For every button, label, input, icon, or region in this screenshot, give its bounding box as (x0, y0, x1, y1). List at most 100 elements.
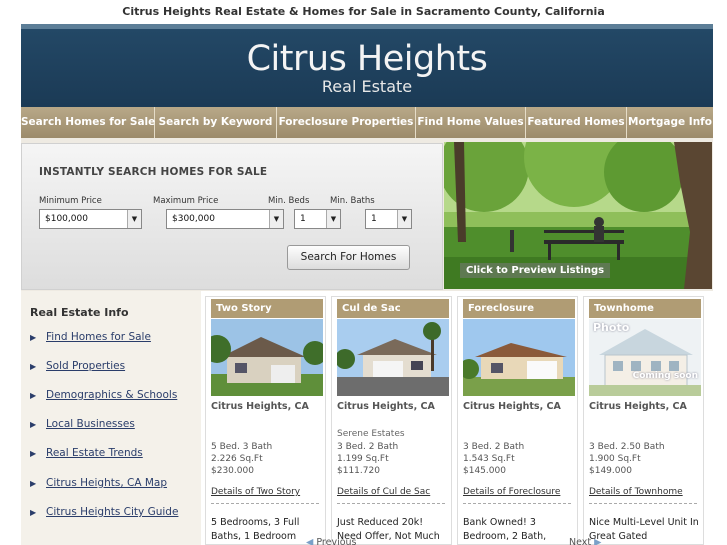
listing-card[interactable]: Townhome Photo Coming soon Citrus Height… (583, 296, 704, 545)
park-photo[interactable]: Click to Preview Listings (444, 142, 712, 289)
chevron-down-icon: ▼ (269, 210, 283, 228)
listing-card[interactable]: Two Story Citrus Heights, CA 5 Bed. 3 Ba… (205, 296, 326, 545)
max-price-select[interactable]: $300,000 ▼ (166, 209, 284, 229)
divider (337, 503, 445, 504)
listing-price: $149.000 (589, 466, 632, 476)
bullet-icon: ▶ (30, 448, 37, 458)
listing-location: Citrus Heights, CA (211, 401, 309, 412)
chevron-right-icon: ▶ (594, 537, 602, 545)
photo-placeholder-label: Photo (593, 321, 630, 334)
listing-description: Nice Multi-Level Unit In Great Gated (589, 517, 699, 542)
sidebar-link-label: Demographics & Schools (46, 389, 178, 401)
bullet-icon: ▶ (30, 507, 37, 517)
divider (463, 503, 571, 504)
search-for-homes-button[interactable]: Search For Homes (287, 245, 410, 270)
sidebar: Real Estate Info ▶ Find Homes for Sale ▶… (21, 291, 201, 545)
sidebar-link-label: Local Businesses (46, 418, 135, 430)
chevron-down-icon: ▼ (326, 210, 340, 228)
sidebar-title: Real Estate Info (30, 306, 129, 319)
sidebar-link-city-guide[interactable]: ▶ Citrus Heights City Guide (30, 506, 178, 518)
previous-label: Previous (316, 537, 357, 545)
max-price-value: $300,000 (172, 214, 215, 224)
listing-beds-baths: 5 Bed. 3 Bath (211, 442, 273, 452)
listing-tag: Two Story (211, 299, 323, 318)
brand-title[interactable]: Citrus Heights (21, 39, 713, 79)
min-beds-value: 1 (300, 214, 306, 224)
listing-beds-baths: 3 Bed. 2 Bath (463, 442, 525, 452)
previous-link[interactable]: ◀ Previous (306, 537, 357, 545)
sidebar-link-label: Sold Properties (46, 360, 126, 372)
divider (211, 503, 319, 504)
listing-details-link[interactable]: Details of Townhome (589, 487, 683, 497)
sidebar-link-local-businesses[interactable]: ▶ Local Businesses (30, 418, 135, 430)
listing-card[interactable]: Cul de Sac Citrus Heights, CA Serene Est… (331, 296, 452, 545)
photo-placeholder-sub: Coming soon (632, 371, 698, 381)
listing-photo[interactable] (211, 319, 323, 396)
min-beds-label: Min. Beds (268, 196, 310, 206)
page-title: Citrus Heights Real Estate & Homes for S… (122, 5, 605, 18)
listing-price: $230.000 (211, 466, 254, 476)
divider (589, 503, 697, 504)
nav-search-keyword[interactable]: Search by Keyword (155, 107, 277, 138)
chevron-left-icon: ◀ (306, 537, 314, 545)
listing-details-link[interactable]: Details of Cul de Sac (337, 487, 430, 497)
listing-tag: Foreclosure (463, 299, 575, 318)
bullet-icon: ▶ (30, 478, 37, 488)
listing-sqft: 2.226 Sq.Ft (211, 454, 263, 464)
search-heading: INSTANTLY SEARCH HOMES FOR SALE (39, 166, 268, 178)
nav-foreclosure[interactable]: Foreclosure Properties (277, 107, 416, 138)
sidebar-link-find-homes[interactable]: ▶ Find Homes for Sale (30, 331, 151, 343)
bullet-icon: ▶ (30, 419, 37, 429)
next-label: Next (569, 537, 592, 545)
site-header: Citrus Heights Real Estate (21, 24, 713, 107)
nav-home-values[interactable]: Find Home Values (416, 107, 526, 138)
site-container: Citrus Heights Real Estate Search Homes … (21, 24, 713, 545)
min-baths-select[interactable]: 1 ▼ (365, 209, 412, 229)
sidebar-link-demographics[interactable]: ▶ Demographics & Schools (30, 389, 177, 401)
listing-location: Citrus Heights, CA (589, 401, 687, 412)
featured-listings: Two Story Citrus Heights, CA 5 Bed. 3 Ba… (201, 291, 713, 545)
listing-photo[interactable] (463, 319, 575, 396)
min-price-label: Minimum Price (39, 196, 102, 206)
sidebar-link-label: Citrus Heights City Guide (46, 506, 179, 518)
next-link[interactable]: Next ▶ (569, 537, 601, 545)
listing-photo[interactable]: Photo Coming soon (589, 319, 701, 396)
nav-featured-homes[interactable]: Featured Homes (526, 107, 627, 138)
listing-price: $111.720 (337, 466, 380, 476)
listing-details-link[interactable]: Details of Two Story (211, 487, 300, 497)
sidebar-link-label: Citrus Heights, CA Map (46, 477, 168, 489)
listing-card[interactable]: Foreclosure Citrus Heights, CA 3 Bed. 2 … (457, 296, 578, 545)
min-price-value: $100,000 (45, 214, 88, 224)
sidebar-link-sold-properties[interactable]: ▶ Sold Properties (30, 360, 125, 372)
chevron-down-icon: ▼ (127, 210, 141, 228)
sidebar-link-trends[interactable]: ▶ Real Estate Trends (30, 447, 143, 459)
brand-subtitle: Real Estate (321, 77, 413, 96)
listing-details-link[interactable]: Details of Foreclosure (463, 487, 560, 497)
bullet-icon: ▶ (30, 361, 37, 371)
listing-tag: Cul de Sac (337, 299, 449, 318)
min-beds-select[interactable]: 1 ▼ (294, 209, 341, 229)
min-price-select[interactable]: $100,000 ▼ (39, 209, 142, 229)
listing-beds-baths: 3 Bed. 2.50 Bath (589, 442, 665, 452)
bullet-icon: ▶ (30, 390, 37, 400)
bullet-icon: ▶ (30, 332, 37, 342)
min-baths-value: 1 (371, 214, 377, 224)
listing-sqft: 1.543 Sq.Ft (463, 454, 515, 464)
listing-beds-baths: 3 Bed. 2 Bath (337, 442, 399, 452)
search-panel: INSTANTLY SEARCH HOMES FOR SALE Minimum … (21, 143, 443, 290)
sidebar-link-label: Find Homes for Sale (46, 331, 151, 343)
listing-photo[interactable] (337, 319, 449, 396)
sidebar-link-label: Real Estate Trends (46, 447, 143, 459)
listing-description: Bank Owned! 3 Bedroom, 2 Bath, Single (463, 517, 547, 542)
listing-sqft: 1.900 Sq.Ft (589, 454, 641, 464)
chevron-down-icon: ▼ (397, 210, 411, 228)
sidebar-link-map[interactable]: ▶ Citrus Heights, CA Map (30, 477, 167, 489)
preview-listings-caption[interactable]: Click to Preview Listings (460, 263, 611, 278)
listing-price: $145.000 (463, 466, 506, 476)
nav-mortgage-info[interactable]: Mortgage Info (627, 107, 713, 138)
nav-search-homes[interactable]: Search Homes for Sale (21, 107, 155, 138)
listing-location: Citrus Heights, CA (463, 401, 561, 412)
listing-sqft: 1.199 Sq.Ft (337, 454, 389, 464)
listing-tag: Townhome (589, 299, 701, 318)
listing-location: Citrus Heights, CA (337, 401, 435, 412)
